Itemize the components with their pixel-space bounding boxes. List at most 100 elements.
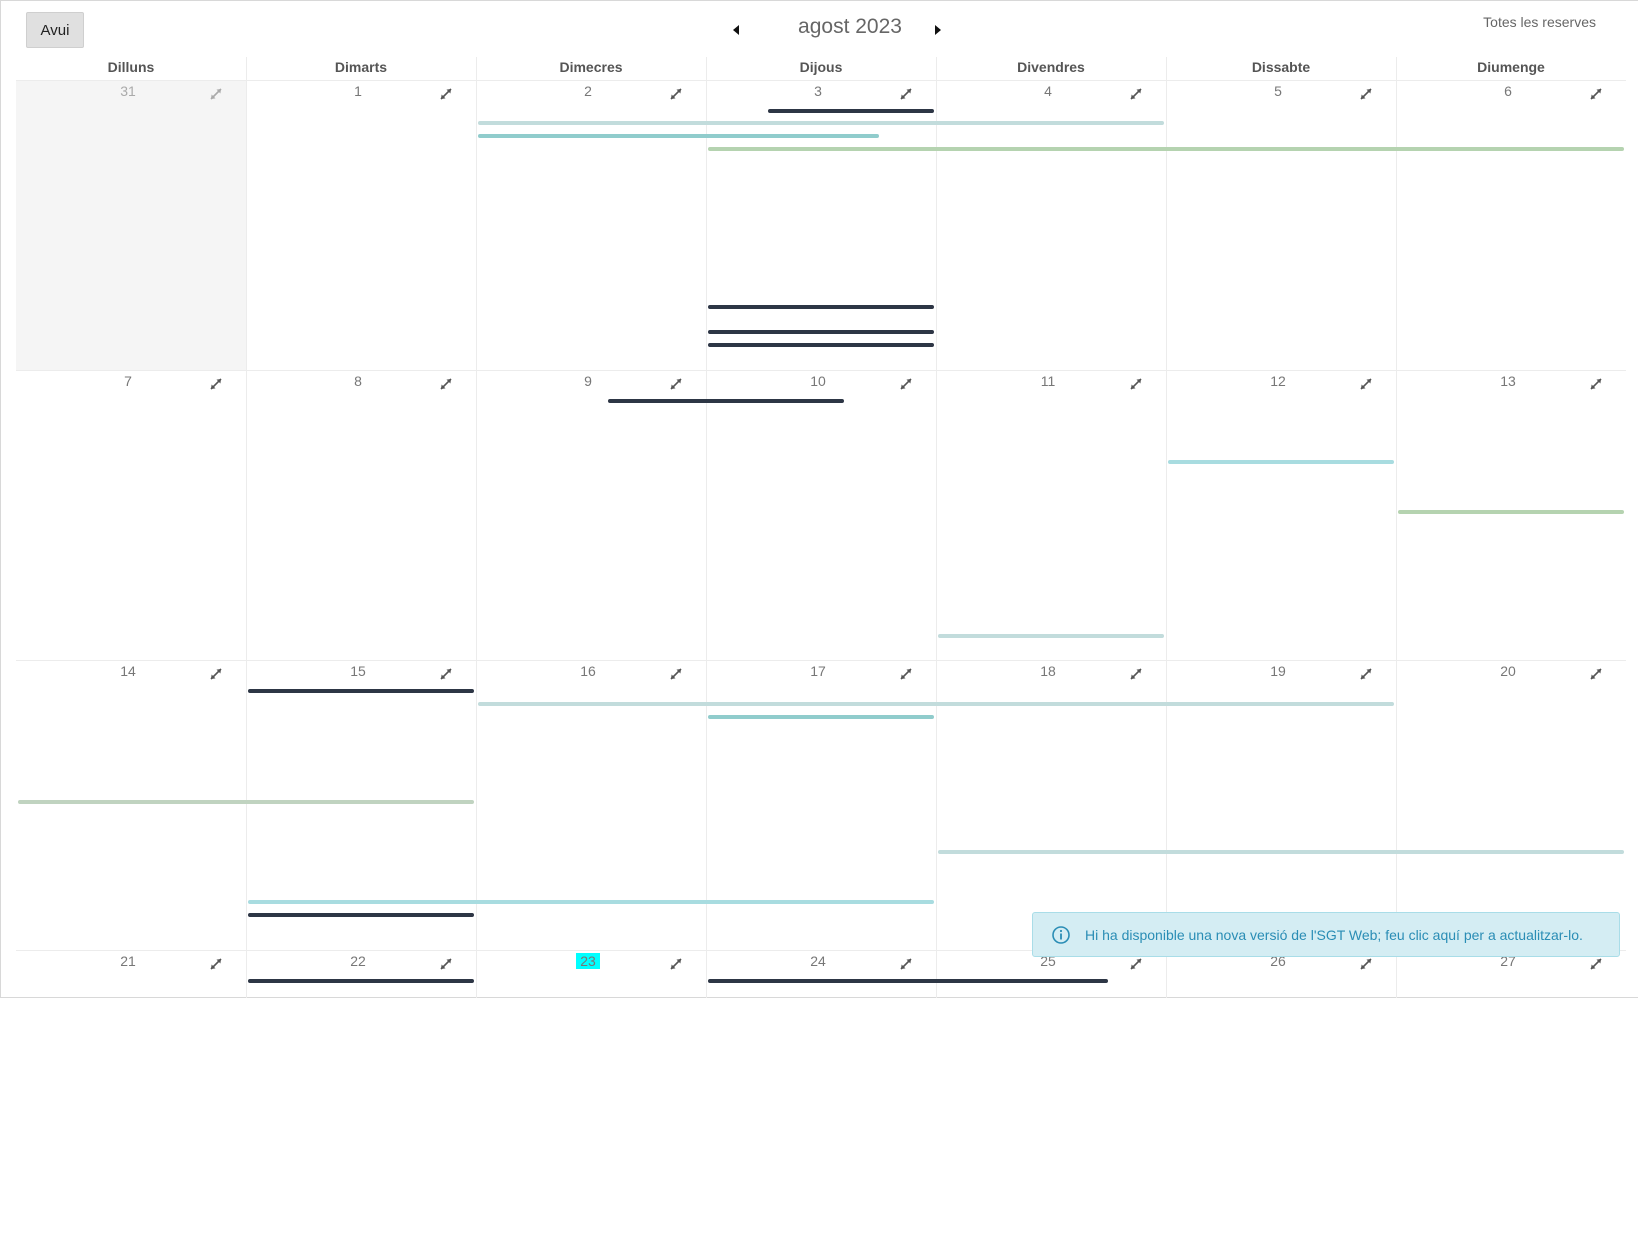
expand-arrows-icon[interactable] — [898, 666, 914, 682]
day-cell[interactable]: 22 — [246, 950, 476, 1240]
all-bookings-filter[interactable]: Totes les reserves — [1483, 14, 1596, 30]
prev-month-button[interactable] — [730, 22, 744, 38]
day-number[interactable]: 12 — [1266, 373, 1290, 389]
booking-bar[interactable] — [478, 121, 1164, 125]
booking-bar[interactable] — [708, 305, 934, 309]
expand-arrows-icon[interactable] — [1588, 86, 1604, 102]
day-cell[interactable]: 21 — [16, 950, 246, 1240]
expand-arrows-icon[interactable] — [898, 86, 914, 102]
day-number[interactable]: 8 — [346, 373, 370, 389]
booking-bar[interactable] — [708, 147, 1624, 151]
booking-bar[interactable] — [18, 800, 474, 804]
booking-bar[interactable] — [478, 134, 879, 138]
expand-arrows-icon[interactable] — [208, 956, 224, 972]
day-number[interactable]: 24 — [806, 953, 830, 969]
booking-bar[interactable] — [478, 702, 1394, 706]
expand-arrows-icon[interactable] — [1358, 86, 1374, 102]
next-month-button[interactable] — [930, 22, 944, 38]
day-cell[interactable]: 1 — [246, 80, 476, 370]
day-number[interactable]: 16 — [576, 663, 600, 679]
booking-bar[interactable] — [1168, 460, 1394, 464]
booking-bar[interactable] — [938, 850, 1624, 854]
booking-bar[interactable] — [248, 900, 934, 904]
expand-arrows-icon[interactable] — [1588, 376, 1604, 392]
booking-bar[interactable] — [248, 979, 474, 983]
day-number[interactable]: 2 — [576, 83, 600, 99]
day-cell[interactable]: 7 — [16, 370, 246, 660]
day-cell[interactable]: 6 — [1396, 80, 1626, 370]
booking-bar[interactable] — [708, 979, 1108, 983]
expand-arrows-icon[interactable] — [668, 956, 684, 972]
booking-bar[interactable] — [1398, 510, 1624, 514]
update-notification[interactable]: Hi ha disponible una nova versió de l'SG… — [1032, 912, 1620, 957]
expand-arrows-icon[interactable] — [438, 86, 454, 102]
day-number[interactable]: 14 — [116, 663, 140, 679]
day-cell[interactable]: 5 — [1166, 80, 1396, 370]
day-cell[interactable]: 9 — [476, 370, 706, 660]
day-number[interactable]: 9 — [576, 373, 600, 389]
day-number[interactable]: 7 — [116, 373, 140, 389]
day-number[interactable]: 6 — [1496, 83, 1520, 99]
booking-bar[interactable] — [708, 330, 934, 334]
expand-arrows-icon[interactable] — [1358, 376, 1374, 392]
day-number[interactable]: 4 — [1036, 83, 1060, 99]
day-cell[interactable]: 13 — [1396, 370, 1626, 660]
day-cell[interactable]: 12 — [1166, 370, 1396, 660]
expand-arrows-icon[interactable] — [668, 86, 684, 102]
expand-arrows-icon[interactable] — [1588, 666, 1604, 682]
expand-arrows-icon[interactable] — [1128, 86, 1144, 102]
expand-arrows-icon[interactable] — [438, 956, 454, 972]
booking-bar[interactable] — [608, 399, 844, 403]
day-cell[interactable]: 8 — [246, 370, 476, 660]
day-number[interactable]: 18 — [1036, 663, 1060, 679]
day-number[interactable]: 22 — [346, 953, 370, 969]
day-number[interactable]: 19 — [1266, 663, 1290, 679]
day-cell[interactable]: 10 — [706, 370, 936, 660]
booking-bar[interactable] — [248, 689, 474, 693]
expand-arrows-icon[interactable] — [438, 666, 454, 682]
day-number[interactable]: 10 — [806, 373, 830, 389]
day-cell[interactable]: 14 — [16, 660, 246, 950]
booking-bar[interactable] — [938, 634, 1164, 638]
day-number[interactable]: 3 — [806, 83, 830, 99]
expand-arrows-icon[interactable] — [668, 666, 684, 682]
expand-arrows-icon[interactable] — [668, 376, 684, 392]
column-divider — [706, 57, 707, 998]
expand-arrows-icon[interactable] — [1358, 956, 1374, 972]
expand-arrows-icon[interactable] — [1128, 956, 1144, 972]
day-number[interactable]: 5 — [1266, 83, 1290, 99]
day-cell[interactable]: 26 — [1166, 950, 1396, 1240]
day-cell[interactable]: 24 — [706, 950, 936, 1240]
day-number[interactable]: 21 — [116, 953, 140, 969]
day-number[interactable]: 11 — [1036, 373, 1060, 389]
expand-arrows-icon[interactable] — [438, 376, 454, 392]
day-cell[interactable]: 25 — [936, 950, 1166, 1240]
expand-arrows-icon[interactable] — [1588, 956, 1604, 972]
day-cell[interactable]: 23 — [476, 950, 706, 1240]
day-number[interactable]: 13 — [1496, 373, 1520, 389]
expand-arrows-icon[interactable] — [898, 376, 914, 392]
day-cell[interactable]: 20 — [1396, 660, 1626, 950]
booking-bar[interactable] — [768, 109, 934, 113]
day-cell[interactable]: 31 — [16, 80, 246, 370]
expand-arrows-icon[interactable] — [208, 666, 224, 682]
day-cell[interactable]: 27 — [1396, 950, 1626, 1240]
day-number[interactable]: 17 — [806, 663, 830, 679]
expand-arrows-icon[interactable] — [898, 956, 914, 972]
day-number[interactable]: 20 — [1496, 663, 1520, 679]
expand-arrows-icon[interactable] — [1128, 376, 1144, 392]
day-number[interactable]: 23 — [576, 953, 600, 969]
expand-arrows-icon[interactable] — [208, 376, 224, 392]
expand-arrows-icon[interactable] — [1358, 666, 1374, 682]
expand-arrows-icon[interactable] — [208, 86, 224, 102]
today-button[interactable]: Avui — [26, 12, 84, 48]
day-number[interactable]: 31 — [116, 83, 140, 99]
day-number[interactable]: 15 — [346, 663, 370, 679]
day-number[interactable]: 1 — [346, 83, 370, 99]
booking-bar[interactable] — [708, 715, 934, 719]
booking-bar[interactable] — [248, 913, 474, 917]
booking-bar[interactable] — [708, 343, 934, 347]
day-cell[interactable]: 11 — [936, 370, 1166, 660]
day-cell[interactable]: 15 — [246, 660, 476, 950]
expand-arrows-icon[interactable] — [1128, 666, 1144, 682]
